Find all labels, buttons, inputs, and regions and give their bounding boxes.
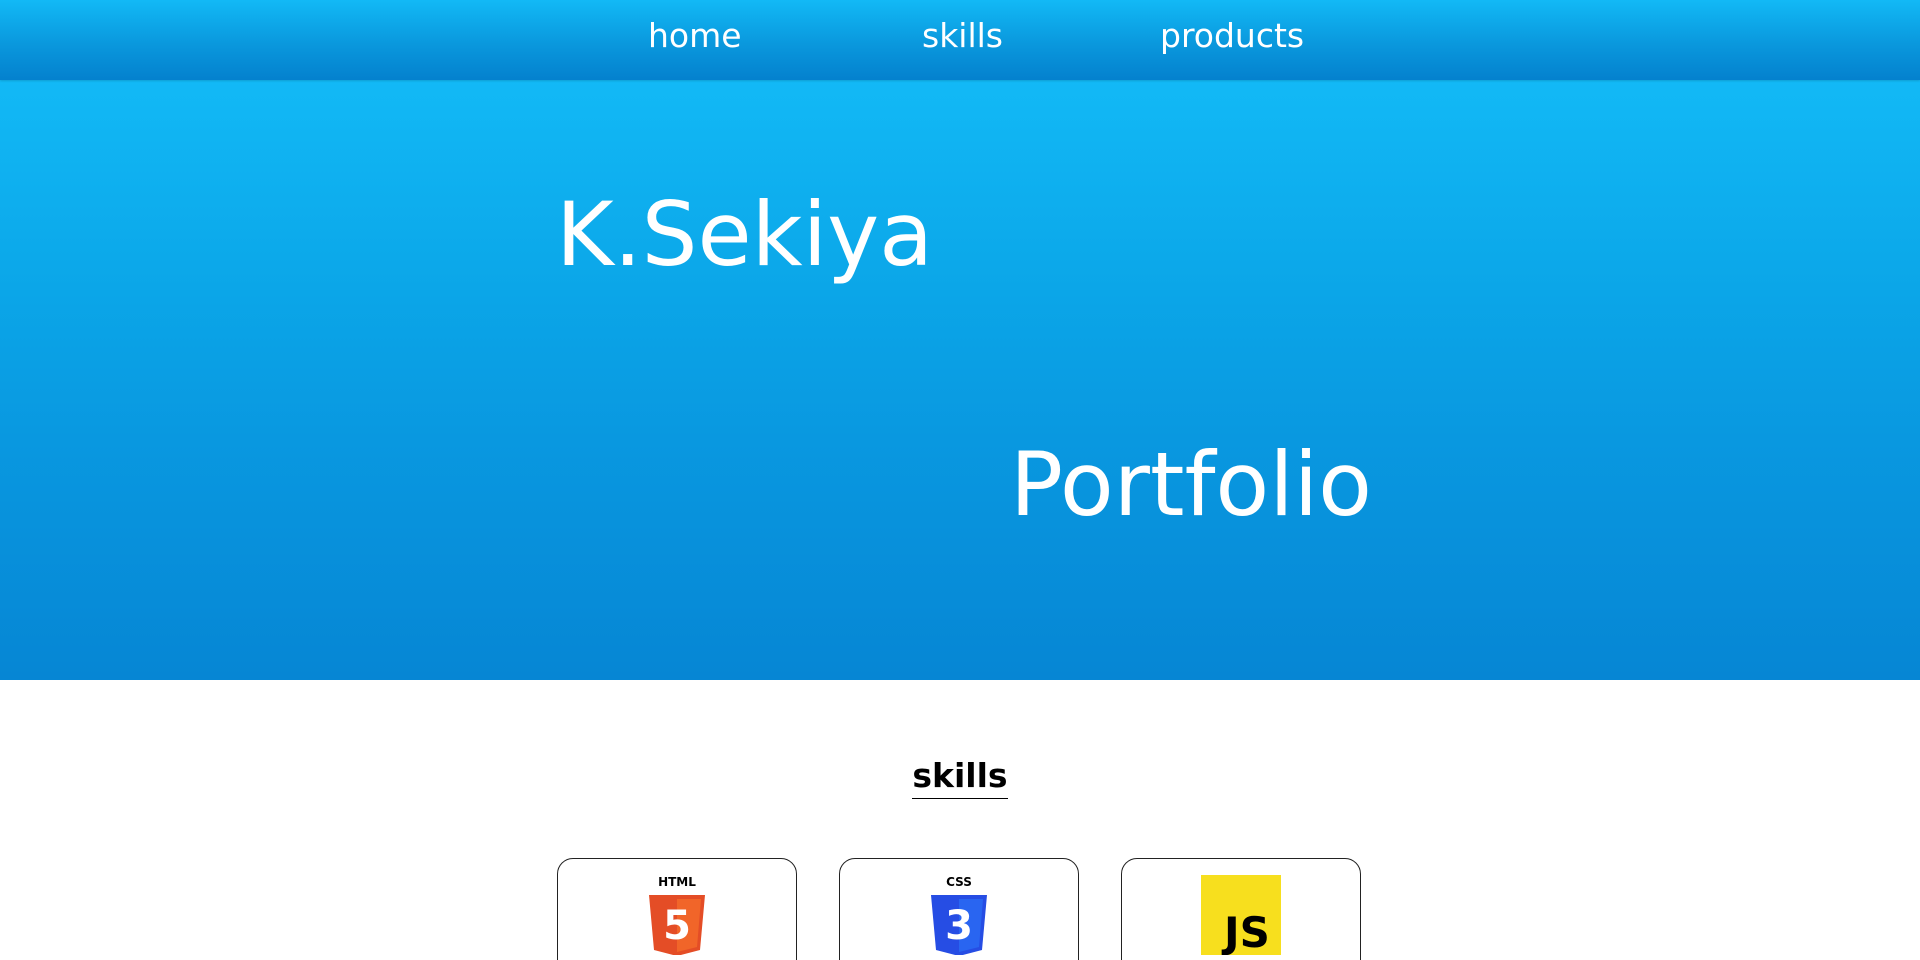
nav-link-products[interactable]: products bbox=[1160, 14, 1304, 58]
skills-section-title: skills bbox=[0, 754, 1920, 799]
javascript-icon: JS bbox=[1201, 875, 1281, 955]
javascript-logo-text: JS bbox=[1221, 908, 1270, 955]
html5-logo-label: HTML bbox=[658, 875, 696, 889]
hero-name: K.Sekiya bbox=[556, 183, 934, 286]
html5-logo-glyph: 5 bbox=[663, 903, 691, 949]
skill-card-javascript[interactable]: JS bbox=[1121, 858, 1361, 960]
css3-logo-glyph: 3 bbox=[945, 903, 973, 949]
css3-icon: CSS 3 bbox=[919, 875, 999, 955]
page: home skills products K.Sekiya Portfolio … bbox=[0, 0, 1920, 960]
html5-icon: HTML 5 bbox=[637, 875, 717, 955]
nav-link-home[interactable]: home bbox=[648, 14, 742, 58]
skill-card-html[interactable]: HTML 5 bbox=[557, 858, 797, 960]
nav-link-skills[interactable]: skills bbox=[922, 14, 1003, 58]
top-navigation-bar: home skills products bbox=[0, 0, 1920, 80]
skill-card-css[interactable]: CSS 3 bbox=[839, 858, 1079, 960]
hero-subtitle: Portfolio bbox=[1010, 433, 1373, 536]
skills-title-text: skills bbox=[912, 756, 1008, 799]
css3-logo-label: CSS bbox=[946, 875, 972, 889]
hero-banner: K.Sekiya Portfolio bbox=[0, 80, 1920, 680]
